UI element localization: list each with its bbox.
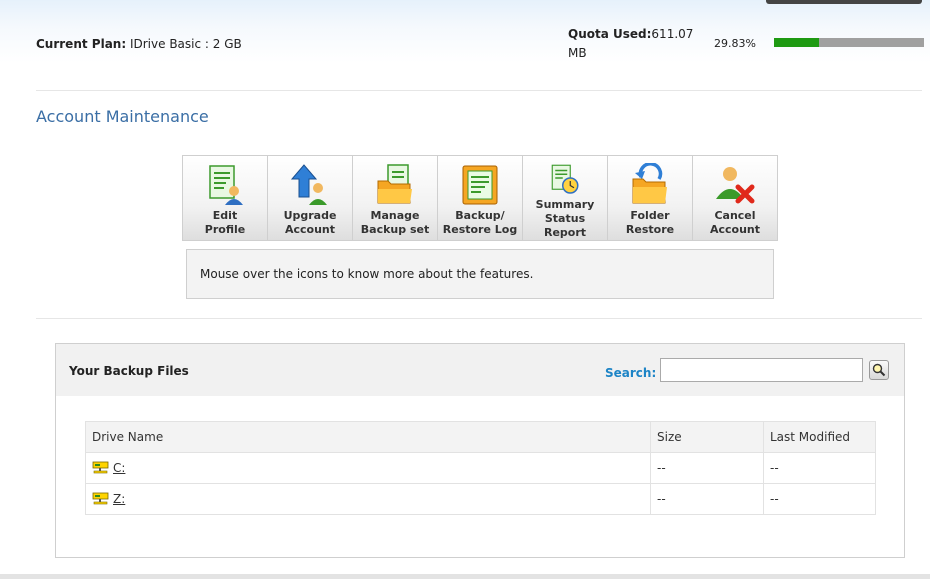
backup-restore-log-button[interactable]: Backup/ Restore Log [438, 156, 523, 240]
table-header-row: Drive Name Size Last Modified [85, 421, 876, 453]
divider [36, 318, 922, 319]
modified-cell: -- [763, 483, 876, 515]
manage-backup-set-label-2: Backup set [360, 223, 430, 236]
quota-progress-bar [774, 38, 924, 47]
top-tab-edge [766, 0, 922, 4]
quota-label: Quota Used: [568, 27, 652, 41]
column-size[interactable]: Size [650, 421, 764, 453]
column-last-modified[interactable]: Last Modified [763, 421, 876, 453]
account-toolbar: Edit Profile Upgrade Account Manage Back… [182, 155, 778, 241]
summary-status-report-label-2: Status Report [543, 212, 587, 239]
search-label: Search: [605, 366, 657, 380]
section-title: Account Maintenance [36, 107, 209, 126]
folder-restore-button[interactable]: Folder Restore [608, 156, 693, 240]
folder-restore-label-2: Restore [625, 223, 675, 236]
size-cell: -- [650, 483, 764, 515]
panel-header: Your Backup Files Search: [56, 344, 904, 396]
summary-status-report-button[interactable]: Summary Status Report [523, 156, 608, 240]
edit-profile-label-1: Edit [212, 209, 238, 222]
quota-percent: 29.83% [714, 37, 756, 50]
upgrade-account-button[interactable]: Upgrade Account [268, 156, 353, 240]
upgrade-account-icon [290, 164, 327, 205]
upgrade-account-label-1: Upgrade [283, 209, 337, 222]
size-cell: -- [650, 452, 764, 484]
drive-icon [92, 492, 109, 504]
table-row: Z: -- -- [85, 483, 876, 515]
backup-restore-log-label-2: Restore Log [442, 223, 518, 236]
search-icon [872, 363, 886, 377]
divider [36, 90, 922, 91]
cancel-account-button[interactable]: Cancel Account [693, 156, 777, 240]
drive-link-c[interactable]: C: [113, 461, 125, 475]
drive-link-z[interactable]: Z: [113, 492, 125, 506]
plan-value: IDrive Basic : 2 GB [129, 37, 242, 51]
search-input[interactable] [660, 358, 863, 382]
edit-profile-button[interactable]: Edit Profile [183, 156, 268, 240]
modified-cell: -- [763, 452, 876, 484]
cancel-account-label-1: Cancel [714, 209, 756, 222]
manage-backup-set-button[interactable]: Manage Backup set [353, 156, 438, 240]
backup-files-panel: Your Backup Files Search: Drive Name Siz… [55, 343, 905, 558]
backup-restore-log-icon [462, 165, 498, 205]
cancel-account-icon [716, 167, 755, 204]
drive-name-cell: Z: [85, 483, 651, 515]
upgrade-account-label-2: Account [284, 223, 336, 236]
plan-label: Current Plan: [36, 37, 127, 51]
quota-progress-fill [774, 38, 819, 47]
search-button[interactable] [869, 360, 889, 380]
folder-restore-label-1: Folder [630, 209, 670, 222]
summary-status-report-label-1: Summary [535, 198, 595, 211]
cancel-account-label-2: Account [709, 223, 761, 236]
manage-backup-set-label-1: Manage [370, 209, 420, 222]
summary-status-report-icon [551, 164, 579, 194]
quota-used: Quota Used:611.07 MB [568, 25, 708, 63]
panel-title: Your Backup Files [69, 364, 189, 378]
backup-restore-log-label-1: Backup/ [455, 209, 505, 222]
manage-backup-set-icon [377, 164, 412, 204]
drive-name-cell: C: [85, 452, 651, 484]
backup-files-table: Drive Name Size Last Modified C: -- -- Z… [85, 421, 876, 515]
current-plan: Current Plan: IDrive Basic : 2 GB [36, 37, 242, 51]
column-drive-name[interactable]: Drive Name [85, 421, 651, 453]
table-row: C: -- -- [85, 452, 876, 484]
folder-restore-icon [632, 163, 667, 204]
feature-info-box: Mouse over the icons to know more about … [186, 249, 774, 299]
edit-profile-icon [209, 165, 243, 205]
drive-icon [92, 461, 109, 473]
bottom-border [0, 574, 930, 579]
edit-profile-label-2: Profile [204, 223, 246, 236]
